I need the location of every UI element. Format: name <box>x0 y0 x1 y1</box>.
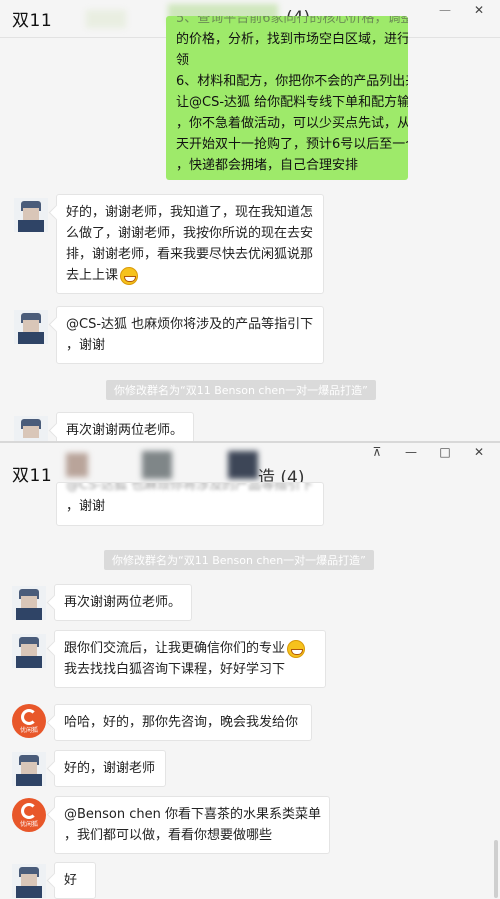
avatar[interactable]: 优闲狐 <box>12 798 46 832</box>
message-bubble: 好的，谢谢老师，我知道了，现在我知道怎 么做了，谢谢老师，我按你所说的现在去安 … <box>56 194 324 294</box>
message-bubble: 再次谢谢两位老师。 <box>54 584 192 621</box>
close-icon[interactable]: ✕ <box>464 3 494 17</box>
message-line: 排，谢谢老师，看来我要尽快去优闲狐说那 <box>66 247 314 262</box>
message-line: 好的，谢谢老师 <box>64 761 156 776</box>
green-message-bubble: 5、查询平台前6家同行的核心价格，调整与同行相当的 的价格，分析，找到市场空白区… <box>166 16 408 180</box>
message-line: 好的，谢谢老师，我知道了，现在我知道怎 <box>66 205 314 220</box>
blurred-name <box>86 10 126 28</box>
chat-title: 双11 <box>12 465 53 486</box>
message-line: ，谢谢 <box>66 499 106 514</box>
avatar[interactable] <box>14 416 48 442</box>
message-bubble: @Benson chen 你看下喜茶的水果系类菜单 ，我们都可以做，看看你想要做… <box>54 796 330 854</box>
grin-emoji-icon <box>287 639 306 658</box>
message-bubble: 好 <box>54 862 96 899</box>
message-line: 好 <box>64 873 78 888</box>
grin-emoji-icon <box>120 266 139 285</box>
avatar[interactable] <box>12 864 46 898</box>
message-line: 5、查询平台前6家同行的核心价格，调整与同行相当的 <box>176 16 408 26</box>
message-line: 天开始双十一抢购了，预计6号以后至一个月 <box>176 137 408 152</box>
message-bubble: 哈哈，好的，那你先咨询，晚会我发给你 <box>54 704 312 741</box>
logo-text: 优闲狐 <box>19 821 38 828</box>
scrollbar[interactable] <box>494 840 498 898</box>
message-line: 么做了，谢谢老师，我按你所说的现在去安 <box>66 226 314 241</box>
message-line: 哈哈，好的，那你先咨询，晚会我发给你 <box>64 715 299 730</box>
message-line: @Benson chen 你看下喜茶的水果系类菜单 <box>64 807 322 822</box>
close-icon[interactable]: ✕ <box>464 445 494 459</box>
message-line: 再次谢谢两位老师。 <box>66 423 184 438</box>
avatar[interactable] <box>14 198 48 232</box>
avatar[interactable] <box>12 752 46 786</box>
system-notice: 你修改群名为“双11 Benson chen一对一爆品打造” <box>104 550 374 570</box>
message-bubble: 好的，谢谢老师 <box>54 750 166 787</box>
message-line: ，快递都会拥堵，自己合理安排 <box>176 158 359 173</box>
message-line: ，谢谢 <box>66 338 106 353</box>
chat-title: 双11 <box>12 11 53 31</box>
avatar[interactable] <box>12 586 46 620</box>
logo-text: 优闲狐 <box>19 727 38 734</box>
message-line: ，你不急着做活动，可以少买点先试，从明 <box>176 116 408 131</box>
system-notice: 你修改群名为“双11 Benson chen一对一爆品打造” <box>106 380 376 400</box>
message-bubble: @CS-达狐 也麻烦你将涉及的产品等指引下 ，谢谢 <box>56 482 324 526</box>
message-bubble: @CS-达狐 也麻烦你将涉及的产品等指引下 ，谢谢 <box>56 306 324 364</box>
avatar[interactable]: 优闲狐 <box>12 704 46 738</box>
blurred-name <box>228 451 258 479</box>
message-line: 再次谢谢两位老师。 <box>64 595 182 610</box>
message-line: 跟你们交流后，让我更确信你们的专业 <box>64 638 316 659</box>
message-line: @CS-达狐 也麻烦你将涉及的产品等指引下 <box>66 317 314 332</box>
avatar[interactable] <box>12 634 46 668</box>
message-line: @CS-达狐 也麻烦你将涉及的产品等指引下 <box>66 482 314 493</box>
message-line: 的价格，分析，找到市场空白区域，进行占 <box>176 32 408 47</box>
message-line: ，我们都可以做，看看你想要做哪些 <box>64 828 273 843</box>
minimize-icon[interactable]: — <box>430 3 460 17</box>
bottom-window-controls: ⊼ — □ ✕ <box>362 444 494 460</box>
message-line: 去上上课 <box>66 265 314 286</box>
minimize-icon[interactable]: — <box>396 445 426 459</box>
message-line: 领 <box>176 53 190 68</box>
message-line: 让@CS-达狐 给你配料专线下单和配方输出 <box>176 95 408 110</box>
message-text: 跟你们交流后，让我更确信你们的专业 <box>64 641 286 656</box>
message-bubble: 跟你们交流后，让我更确信你们的专业 我去找找白狐咨询下课程，好好学习下 <box>54 630 326 688</box>
maximize-icon[interactable]: □ <box>430 445 460 459</box>
message-line: 6、材料和配方，你把你不会的产品列出来， <box>176 74 408 89</box>
blurred-name <box>66 453 88 477</box>
avatar[interactable] <box>14 310 48 344</box>
blurred-name <box>142 451 172 479</box>
pin-icon[interactable]: ⊼ <box>362 445 392 459</box>
message-line: 我去找找白狐咨询下课程，好好学习下 <box>64 662 286 677</box>
message-text: 去上上课 <box>66 268 119 283</box>
top-window-controls: — ✕ <box>430 2 494 18</box>
